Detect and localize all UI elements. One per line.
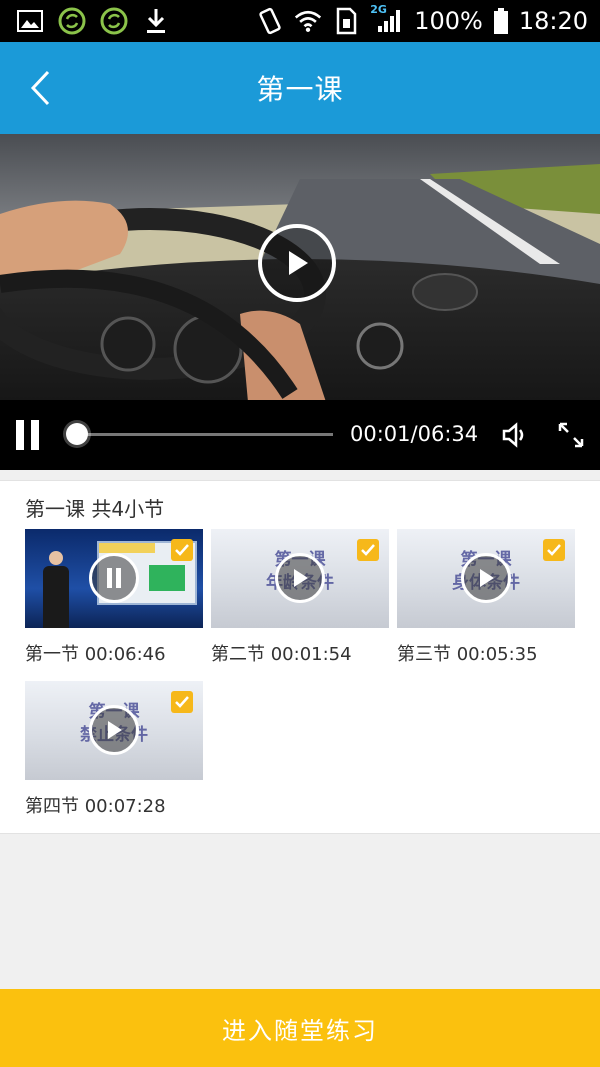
- time-display: 00:01/06:34: [350, 422, 479, 446]
- play-overlay: [89, 705, 139, 755]
- fullscreen-button[interactable]: [556, 420, 586, 450]
- network-type-label: 2G: [370, 3, 387, 16]
- presenter-figure: [43, 551, 69, 628]
- progress-track[interactable]: [78, 433, 333, 436]
- progress-handle[interactable]: [66, 423, 88, 445]
- volume-button[interactable]: [500, 420, 530, 450]
- slide-panel-box: [149, 565, 185, 591]
- lesson-heading: 第一课 共4小节: [25, 497, 165, 521]
- pause-overlay: [89, 553, 139, 603]
- app-bar: 第一课: [0, 42, 600, 134]
- sync-icon: [58, 7, 86, 35]
- play-icon: [294, 569, 308, 587]
- pause-icon: [107, 568, 121, 588]
- back-button[interactable]: [20, 68, 60, 108]
- lesson-panel: 第一课 共4小节 第一节 00:06:46 第一课 年龄条件: [0, 480, 600, 834]
- completed-check-icon: [171, 539, 193, 561]
- start-practice-button[interactable]: 进入随堂练习: [0, 989, 600, 1067]
- chevron-left-icon: [30, 70, 50, 106]
- play-button[interactable]: [258, 224, 336, 302]
- vibrate-icon: [256, 7, 284, 35]
- section-card-4[interactable]: 第一课 禁止条件 第四节 00:07:28: [25, 681, 203, 818]
- battery-icon: [493, 7, 509, 35]
- status-bar: 2G 100% 18:20: [0, 0, 600, 42]
- signal-icon: 2G: [370, 3, 404, 35]
- sim-icon: [332, 7, 360, 35]
- play-icon: [289, 251, 308, 275]
- slide-panel-header: [99, 543, 155, 553]
- page-title: 第一课: [256, 73, 344, 106]
- download-icon: [142, 7, 170, 35]
- player-controls: 00:01/06:34: [0, 400, 600, 470]
- expand-icon: [558, 422, 584, 448]
- section-card-1[interactable]: 第一节 00:06:46: [25, 529, 203, 666]
- completed-check-icon: [171, 691, 193, 713]
- section-label: 第二节 00:01:54: [211, 644, 352, 665]
- section-label: 第三节 00:05:35: [397, 644, 538, 665]
- play-overlay: [275, 553, 325, 603]
- section-thumbnail: 第一课 年龄条件: [211, 529, 389, 628]
- section-card-3[interactable]: 第一课 身体条件 第三节 00:05:35: [397, 529, 575, 666]
- pause-button[interactable]: [16, 420, 42, 450]
- clock: 18:20: [518, 7, 588, 35]
- section-label: 第一节 00:06:46: [25, 644, 166, 665]
- video-player[interactable]: 00:01/06:34: [0, 134, 600, 470]
- play-icon: [108, 721, 122, 739]
- section-thumbnail: 第一课 身体条件: [397, 529, 575, 628]
- completed-check-icon: [357, 539, 379, 561]
- section-label: 第四节 00:07:28: [25, 796, 166, 817]
- completed-check-icon: [543, 539, 565, 561]
- battery-percent: 100%: [414, 7, 483, 35]
- pause-icon: [16, 420, 24, 450]
- speaker-icon: [502, 422, 524, 448]
- section-card-2[interactable]: 第一课 年龄条件 第二节 00:01:54: [211, 529, 389, 666]
- sync-icon: [100, 7, 128, 35]
- play-overlay: [461, 553, 511, 603]
- section-thumbnail: [25, 529, 203, 628]
- wifi-icon: [294, 7, 322, 35]
- pause-icon-bar: [31, 420, 39, 450]
- gallery-icon: [16, 7, 44, 35]
- section-thumbnail: 第一课 禁止条件: [25, 681, 203, 780]
- play-icon: [480, 569, 494, 587]
